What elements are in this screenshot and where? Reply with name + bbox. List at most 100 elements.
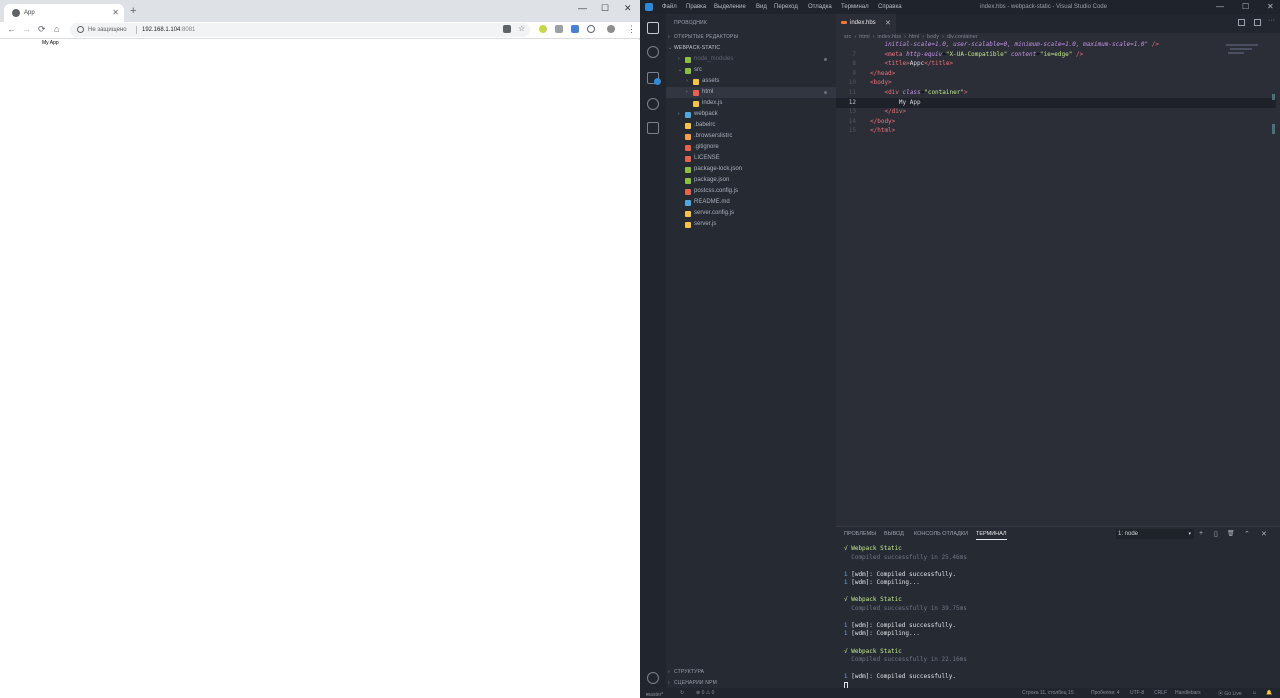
file-tree-item[interactable]: › assets: [666, 76, 836, 87]
profile-avatar[interactable]: [607, 25, 615, 33]
bookmark-star-icon[interactable]: ☆: [518, 24, 525, 33]
browser-tab[interactable]: App ✕: [4, 4, 124, 22]
menu-item[interactable]: Отладка: [808, 4, 832, 10]
file-tree-item[interactable]: index.js: [666, 98, 836, 109]
panel-tab[interactable]: ТЕРМИНАЛ: [976, 531, 1007, 540]
code-line[interactable]: 12 My App: [836, 97, 1276, 108]
file-tree-item[interactable]: › node_modules: [666, 54, 836, 65]
menu-item[interactable]: Справка: [878, 4, 902, 10]
code-line[interactable]: 13 </div>: [836, 107, 1276, 117]
minimize-button[interactable]: —: [578, 3, 587, 13]
panel-tab[interactable]: КОНСОЛЬ ОТЛАДКИ: [914, 531, 968, 537]
search-icon[interactable]: [647, 46, 659, 58]
page-container-text: My App: [42, 40, 59, 46]
menu-item[interactable]: Переход: [774, 4, 798, 10]
file-tree-item[interactable]: README.md: [666, 197, 836, 208]
close-editor-icon[interactable]: ✕: [885, 19, 891, 27]
panel-tab[interactable]: ВЫВОД: [884, 531, 904, 537]
file-tree-item[interactable]: › webpack: [666, 109, 836, 120]
file-tree-item[interactable]: ⌄ src: [666, 65, 836, 76]
file-tree-item[interactable]: package-lock.json: [666, 164, 836, 175]
terminal-select[interactable]: 1: node ▾: [1116, 529, 1194, 539]
explorer-icon[interactable]: [647, 22, 659, 34]
problems-status[interactable]: ⊗ 0 ⚠ 0: [696, 690, 714, 696]
code-line[interactable]: 11 <div class="container">: [836, 88, 1276, 98]
split-editor-icon[interactable]: [1238, 19, 1245, 26]
code-line[interactable]: 8 <title>Appc</title>: [836, 59, 1276, 69]
file-tree-label: README.md: [694, 199, 730, 205]
more-actions-icon[interactable]: ···: [1268, 17, 1275, 24]
menu-item[interactable]: Выделение: [714, 4, 746, 10]
go-live-button[interactable]: ⦿ Go Live: [1218, 690, 1242, 697]
menu-item[interactable]: Правка: [686, 4, 706, 10]
split-terminal-icon[interactable]: ▯: [1214, 530, 1218, 538]
code-line[interactable]: initial-scale=1.0, user-scalable=0, mini…: [836, 40, 1276, 50]
reload-button[interactable]: ⟳: [38, 24, 46, 35]
indentation-status[interactable]: Пробелов: 4: [1091, 690, 1120, 696]
file-tree-label: webpack: [694, 111, 718, 117]
js-file-icon: [693, 101, 699, 107]
maximize-panel-icon[interactable]: ⌃: [1244, 530, 1250, 538]
translate-extension-icon[interactable]: [571, 25, 579, 33]
file-tree-item[interactable]: package.json: [666, 175, 836, 186]
bell-icon[interactable]: 🔔: [1266, 690, 1272, 696]
close-panel-icon[interactable]: ✕: [1261, 530, 1267, 538]
language-mode[interactable]: Handlebars: [1175, 690, 1201, 696]
browser-menu-icon[interactable]: ⋮: [627, 24, 636, 35]
close-window-button[interactable]: ✕: [624, 3, 632, 14]
menu-item[interactable]: Терминал: [841, 4, 869, 10]
file-tree-item[interactable]: LICENSE: [666, 153, 836, 164]
encoding-status[interactable]: UTF-8: [1130, 690, 1144, 696]
split-editor-icon[interactable]: [1254, 19, 1261, 26]
file-tree-item[interactable]: postcss.config.js: [666, 186, 836, 197]
terminal-output[interactable]: √ Webpack Static Compiled successfully i…: [844, 545, 1274, 690]
project-section[interactable]: ⌄ WEBPACK-STATIC: [666, 43, 836, 54]
trash-icon[interactable]: 🗑: [1227, 530, 1235, 537]
info-icon[interactable]: [77, 26, 84, 33]
panel-tab[interactable]: ПРОБЛЕМЫ: [844, 531, 876, 537]
file-tree-item[interactable]: .gitignore: [666, 142, 836, 153]
file-tree-item[interactable]: server.js: [666, 219, 836, 230]
maximize-button[interactable]: ☐: [1242, 2, 1249, 11]
extension-icon[interactable]: [555, 25, 563, 33]
file-tree-item[interactable]: server.config.js: [666, 208, 836, 219]
address-bar[interactable]: Не защищено 192.168.1.104:8081: [70, 23, 530, 37]
file-tree-item[interactable]: .babelrc: [666, 120, 836, 131]
code-line[interactable]: 7 <meta http-equiv="X-UA-Compatible" con…: [836, 50, 1276, 60]
maximize-button[interactable]: ☐: [601, 3, 609, 14]
outline-section[interactable]: › СТРУКТУРА: [666, 667, 836, 678]
file-tree-item[interactable]: › html: [666, 87, 836, 98]
close-tab-icon[interactable]: ✕: [112, 8, 119, 17]
cursor-position[interactable]: Строка 11, столбец 15: [1022, 690, 1074, 696]
minimize-button[interactable]: —: [1216, 2, 1224, 11]
vscode-logo-icon: [645, 3, 653, 11]
debug-icon[interactable]: [647, 98, 659, 110]
line-number: 14: [848, 117, 856, 125]
extensions-icon[interactable]: [647, 122, 659, 134]
minimap[interactable]: [1226, 40, 1266, 60]
new-tab-button[interactable]: +: [130, 5, 136, 17]
editor-scrollbar[interactable]: [1272, 74, 1276, 194]
modified-dot-icon: [824, 58, 827, 61]
new-terminal-icon[interactable]: +: [1199, 530, 1203, 537]
file-tree-item[interactable]: .browserslistrc: [666, 131, 836, 142]
code-line[interactable]: 10 <body>: [836, 78, 1276, 88]
code-line[interactable]: 9 </head>: [836, 69, 1276, 79]
menu-item[interactable]: Файл: [662, 4, 677, 10]
open-editors-section[interactable]: › ОТКРЫТЫЕ РЕДАКТОРЫ: [666, 32, 836, 43]
code-line[interactable]: 15 </html>: [836, 126, 1276, 136]
code-line[interactable]: 14 </body>: [836, 117, 1276, 127]
extension-icon[interactable]: [539, 25, 547, 33]
feedback-icon[interactable]: ☺: [1252, 690, 1257, 696]
settings-gear-icon[interactable]: [647, 672, 659, 684]
eol-status[interactable]: CRLF: [1154, 690, 1167, 696]
back-button[interactable]: ←: [7, 24, 16, 34]
forward-button[interactable]: →: [22, 24, 31, 34]
editor-tab-index-hbs[interactable]: index.hbs ✕: [836, 14, 896, 33]
sync-icon[interactable]: ↻: [680, 690, 684, 696]
extension-icon[interactable]: [587, 25, 595, 33]
translate-icon[interactable]: [503, 25, 511, 33]
close-window-button[interactable]: ✕: [1267, 2, 1274, 11]
menu-item[interactable]: Вид: [756, 4, 767, 10]
home-button[interactable]: ⌂: [54, 24, 59, 34]
